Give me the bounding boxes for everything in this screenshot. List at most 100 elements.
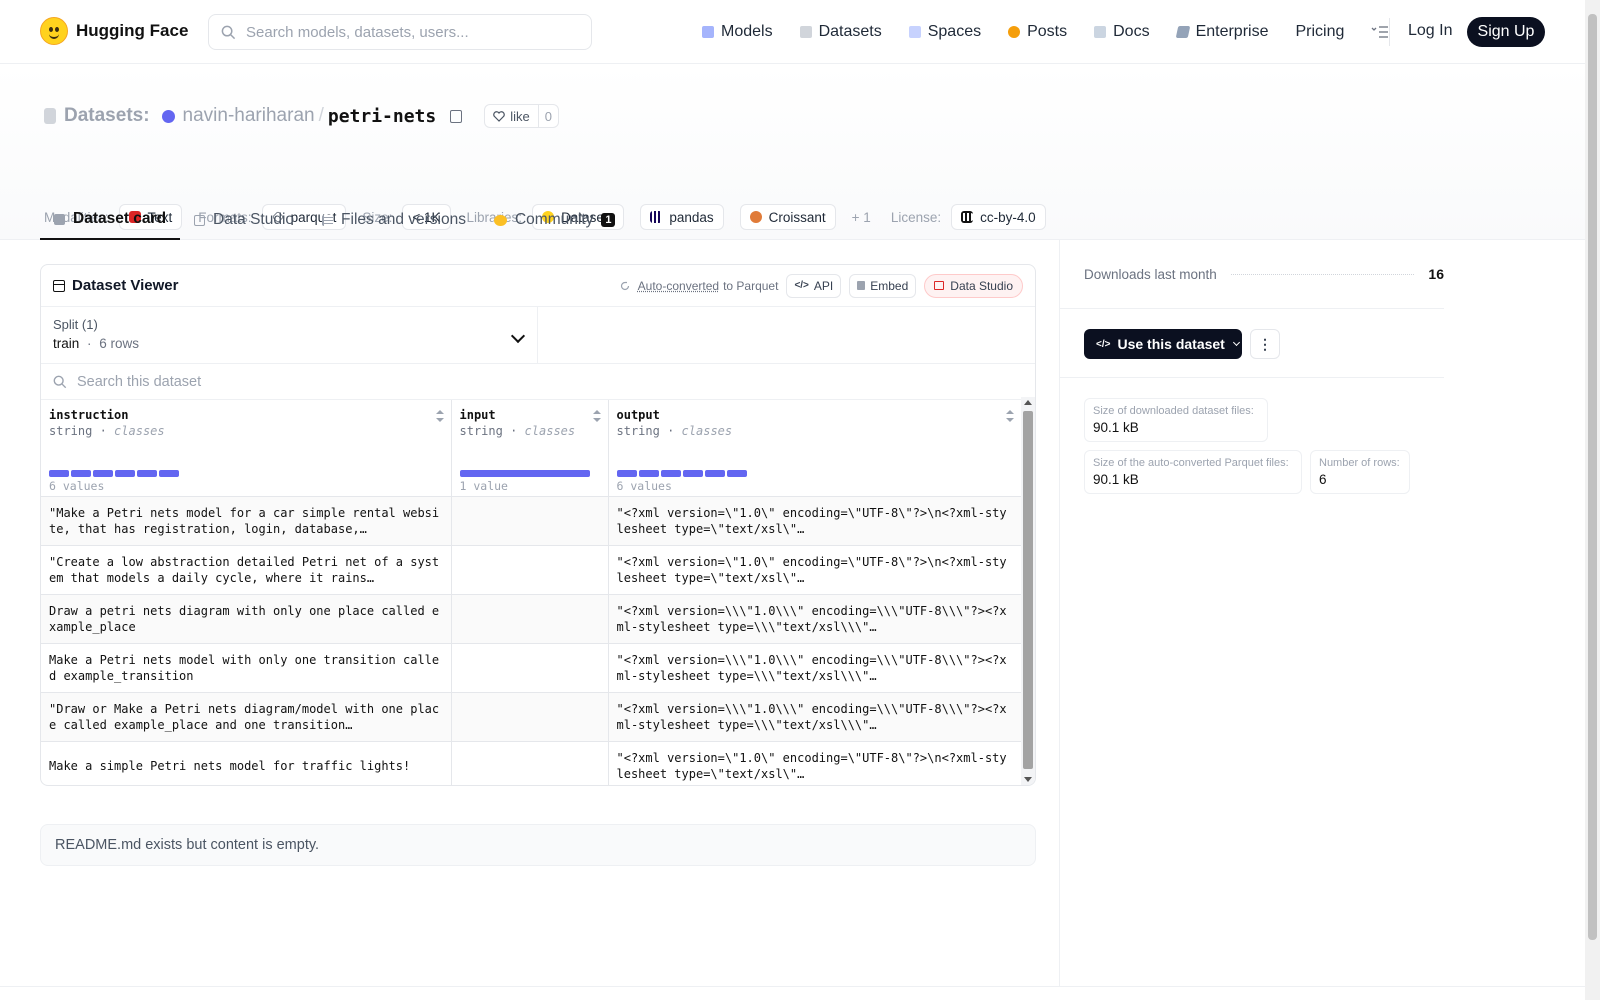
table-row[interactable]: "Make a Petri nets model for a car simpl… bbox=[41, 496, 1022, 546]
tab-files-and-versions[interactable]: Files and versions bbox=[308, 200, 480, 240]
bank-icon bbox=[961, 211, 974, 223]
repo-name[interactable]: petri-nets bbox=[328, 106, 436, 127]
cell-output[interactable]: "<?xml version=\"1.0\" encoding=\"UTF-8\… bbox=[608, 496, 1022, 546]
table-scrollbar[interactable] bbox=[1021, 397, 1035, 785]
embed-icon bbox=[857, 281, 866, 290]
community-icon bbox=[493, 214, 507, 226]
nav-posts[interactable]: Posts bbox=[1008, 23, 1067, 41]
nav-datasets[interactable]: Datasets bbox=[799, 23, 882, 41]
page-scroll-thumb[interactable] bbox=[1588, 14, 1597, 940]
table-row[interactable]: Make a Petri nets model with only one tr… bbox=[41, 643, 1022, 693]
cell-instruction[interactable]: Make a simple Petri nets model for traff… bbox=[41, 741, 452, 785]
sort-icon[interactable] bbox=[592, 410, 601, 422]
page-scrollbar[interactable] bbox=[1585, 0, 1600, 1000]
dataset-search[interactable] bbox=[41, 364, 1035, 400]
datasets-section-link[interactable]: Datasets: bbox=[64, 105, 150, 127]
license-tag[interactable]: cc-by-4.0 bbox=[951, 204, 1046, 230]
tab-community[interactable]: Community 1 bbox=[480, 200, 630, 240]
datasets-icon bbox=[799, 26, 812, 38]
more-options-button[interactable]: ⋮ bbox=[1250, 329, 1280, 359]
cell-output[interactable]: "<?xml version=\"1.0\" encoding=\"UTF-8\… bbox=[608, 545, 1022, 595]
login-link[interactable]: Log In bbox=[1408, 22, 1452, 40]
library-tag-croissant[interactable]: Croissant bbox=[739, 204, 836, 230]
library-tag-pandas[interactable]: pandas bbox=[640, 204, 724, 230]
copy-icon[interactable] bbox=[450, 109, 463, 123]
sort-icon[interactable] bbox=[435, 410, 444, 422]
license-label: License: bbox=[890, 209, 942, 225]
table-row[interactable]: Make a simple Petri nets model for traff… bbox=[41, 741, 1022, 785]
menu-icon bbox=[1371, 26, 1389, 38]
value-histogram[interactable] bbox=[616, 470, 747, 477]
table-icon bbox=[194, 214, 206, 226]
data-studio-button[interactable]: Data Studio bbox=[924, 273, 1023, 298]
files-icon bbox=[322, 214, 334, 226]
value-histogram[interactable] bbox=[459, 470, 590, 477]
cell-output[interactable]: "<?xml version=\\\"1.0\\\" encoding=\\\"… bbox=[608, 692, 1022, 742]
nav-docs[interactable]: Docs bbox=[1094, 23, 1150, 41]
column-header-instruction[interactable]: instruction string · classes 6 values bbox=[41, 400, 452, 497]
split-selector[interactable]: Split (1) train · 6 rows bbox=[41, 307, 538, 363]
heart-icon bbox=[493, 110, 506, 122]
cell-input[interactable] bbox=[451, 741, 609, 785]
stat-parquet-size: Size of the auto-converted Parquet files… bbox=[1084, 450, 1302, 494]
signup-button[interactable]: Sign Up bbox=[1467, 17, 1545, 47]
table-row[interactable]: "Create a low abstraction detailed Petri… bbox=[41, 545, 1022, 595]
global-search[interactable] bbox=[208, 14, 592, 50]
nav-models[interactable]: Models bbox=[702, 23, 773, 41]
like-count[interactable]: 0 bbox=[539, 105, 558, 127]
cell-input[interactable] bbox=[451, 692, 609, 742]
table-row[interactable]: Draw a petri nets diagram with only one … bbox=[41, 594, 1022, 644]
libraries-more[interactable]: + 1 bbox=[852, 210, 871, 225]
hugging-face-logo-icon bbox=[40, 17, 68, 45]
kebab-icon: ⋮ bbox=[1258, 335, 1272, 352]
like-widget: like 0 bbox=[484, 104, 559, 128]
nav-pricing[interactable]: Pricing bbox=[1295, 23, 1344, 41]
table-row[interactable]: "Draw or Make a Petri nets diagram/model… bbox=[41, 692, 1022, 742]
column-header-input[interactable]: input string · classes 1 value bbox=[451, 400, 609, 497]
auto-converted-link[interactable]: Auto-converted bbox=[638, 279, 719, 293]
tab-dataset-card[interactable]: Dataset card bbox=[40, 200, 181, 240]
to-parquet-text: to Parquet bbox=[723, 278, 779, 293]
cell-instruction[interactable]: "Draw or Make a Petri nets diagram/model… bbox=[41, 692, 452, 742]
repo-title: Datasets: navin-hariharan / petri-nets l… bbox=[44, 104, 559, 128]
like-button[interactable]: like bbox=[485, 105, 539, 127]
tab-data-studio[interactable]: Data Studio bbox=[180, 200, 308, 240]
cell-instruction[interactable]: Draw a petri nets diagram with only one … bbox=[41, 594, 452, 644]
global-search-input[interactable] bbox=[246, 23, 566, 41]
table-scroll-thumb[interactable] bbox=[1023, 411, 1033, 769]
search-icon bbox=[221, 25, 236, 39]
dataset-search-input[interactable] bbox=[77, 373, 477, 390]
embed-button[interactable]: Embed bbox=[849, 273, 917, 298]
sort-icon[interactable] bbox=[1005, 410, 1014, 422]
pandas-icon bbox=[650, 211, 663, 223]
owner-link[interactable]: navin-hariharan bbox=[183, 105, 315, 127]
models-icon bbox=[702, 26, 714, 38]
stat-downloaded-size: Size of downloaded dataset files: 90.1 k… bbox=[1084, 398, 1268, 442]
refresh-icon bbox=[620, 281, 629, 290]
scroll-down-icon[interactable] bbox=[1024, 777, 1032, 782]
value-histogram[interactable] bbox=[49, 470, 179, 477]
cell-output[interactable]: "<?xml version=\"1.0\" encoding=\"UTF-8\… bbox=[608, 741, 1022, 785]
use-this-dataset-button[interactable]: </> Use this dataset bbox=[1084, 329, 1242, 359]
brand-logo[interactable]: Hugging Face bbox=[40, 17, 188, 45]
cell-input[interactable] bbox=[451, 496, 609, 546]
api-button[interactable]: </> API bbox=[786, 273, 842, 298]
column-header-output[interactable]: output string · classes 6 values bbox=[608, 400, 1022, 497]
value-count: 6 values bbox=[616, 479, 672, 493]
cell-input[interactable] bbox=[451, 545, 609, 595]
cell-input[interactable] bbox=[451, 594, 609, 644]
cell-input[interactable] bbox=[451, 643, 609, 693]
cell-output[interactable]: "<?xml version=\\\"1.0\\\" encoding=\\\"… bbox=[608, 643, 1022, 693]
nav-more-menu[interactable] bbox=[1371, 25, 1389, 39]
cell-instruction[interactable]: "Create a low abstraction detailed Petri… bbox=[41, 545, 452, 595]
cell-output[interactable]: "<?xml version=\\\"1.0\\\" encoding=\\\"… bbox=[608, 594, 1022, 644]
nav-enterprise[interactable]: Enterprise bbox=[1175, 23, 1268, 41]
nav-spaces[interactable]: Spaces bbox=[908, 23, 981, 41]
cell-instruction[interactable]: "Make a Petri nets model for a car simpl… bbox=[41, 496, 452, 546]
path-separator: / bbox=[318, 105, 324, 126]
repo-tabs: Dataset card Data Studio Files and versi… bbox=[40, 200, 629, 240]
downloads-value: 16 bbox=[1428, 266, 1444, 282]
code-icon: </> bbox=[794, 280, 809, 291]
scroll-up-icon[interactable] bbox=[1024, 400, 1032, 405]
cell-instruction[interactable]: Make a Petri nets model with only one tr… bbox=[41, 643, 452, 693]
